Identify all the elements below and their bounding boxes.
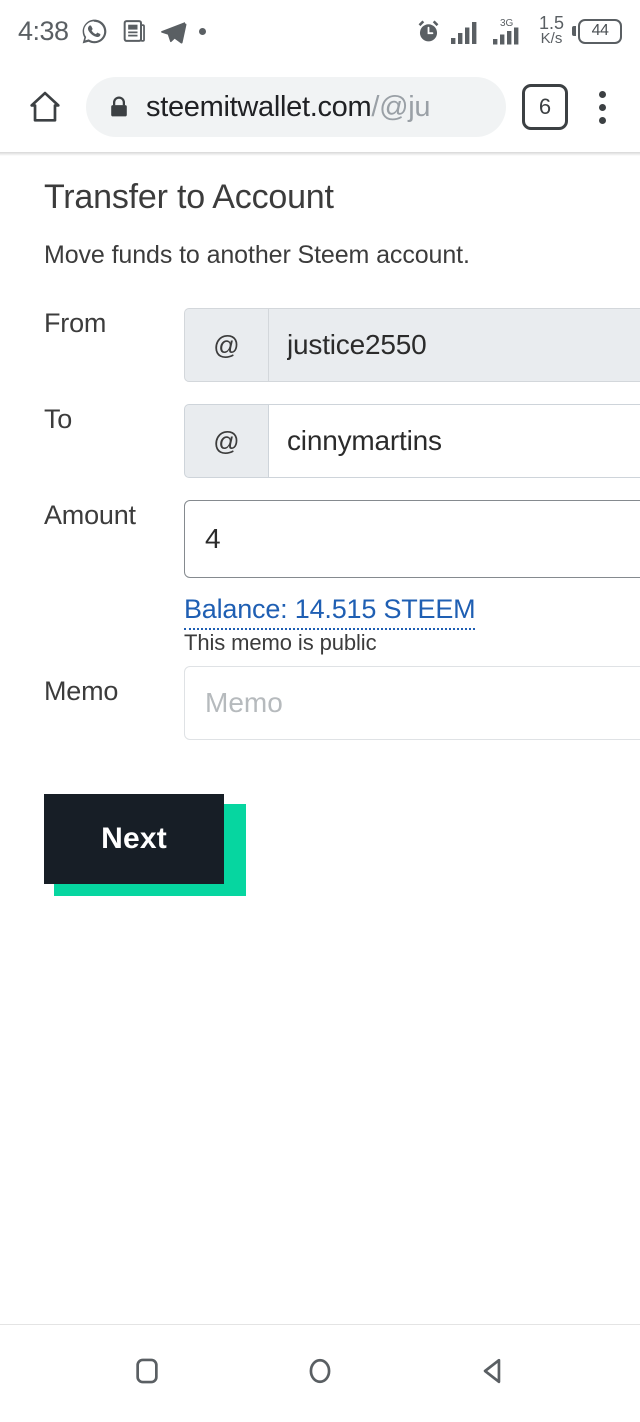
from-input-group: @	[184, 308, 640, 382]
address-bar-url: steemitwallet.com/@ju	[146, 91, 430, 124]
transfer-form: From @ To @ Amount Balance	[0, 308, 640, 896]
next-button[interactable]: Next	[44, 794, 224, 884]
form-row-from: From @	[0, 308, 640, 404]
telegram-icon	[159, 17, 188, 46]
form-row-memo: Memo This memo is public	[0, 630, 640, 750]
lock-icon	[106, 94, 132, 120]
url-path: /@ju	[371, 90, 431, 123]
to-label: To	[44, 404, 73, 434]
to-field-wrap: @	[184, 404, 640, 478]
home-icon	[26, 88, 64, 126]
news-icon	[120, 17, 148, 45]
amount-field-wrap: Balance: 14.515 STEEM	[184, 500, 640, 630]
from-label: From	[44, 308, 107, 338]
from-field-wrap: @	[184, 308, 640, 382]
battery-icon: 44	[572, 18, 622, 44]
amount-label: Amount	[44, 500, 136, 530]
tab-switcher-button[interactable]: 6	[522, 84, 568, 130]
status-bar-left: 4:38	[18, 17, 206, 46]
alarm-clock-icon	[415, 18, 442, 45]
memo-label: Memo	[44, 676, 119, 706]
home-nav-button[interactable]	[275, 1325, 365, 1416]
page-empty-space	[0, 894, 640, 1324]
whatsapp-icon	[80, 17, 109, 46]
page-title: Transfer to Account	[44, 178, 334, 216]
triangle-back-icon	[476, 1354, 510, 1388]
status-bar: 4:38 3G 1.5 K/s 44	[0, 0, 640, 62]
android-navigation-bar	[0, 1325, 640, 1416]
data-rate-indicator: 1.5 K/s	[539, 14, 564, 48]
overflow-menu-icon-dot-2	[598, 103, 606, 111]
overflow-menu-icon-dot-1	[598, 90, 606, 98]
battery-body: 44	[578, 18, 622, 44]
recents-button[interactable]	[102, 1325, 192, 1416]
svg-text:3G: 3G	[500, 18, 514, 29]
page-subtitle: Move funds to another Steem account.	[44, 241, 470, 269]
battery-percent-label: 44	[591, 22, 609, 39]
overflow-menu-icon-dot-3	[598, 116, 606, 124]
form-row-to: To @	[0, 404, 640, 500]
dot-indicator-icon	[198, 27, 206, 35]
battery-nub	[572, 26, 576, 36]
at-symbol-icon-from: @	[184, 308, 268, 382]
data-rate-unit: K/s	[540, 30, 563, 48]
back-button[interactable]	[448, 1325, 538, 1416]
amount-input[interactable]	[184, 500, 640, 578]
signal-bars-3g-icon: 3G	[492, 16, 530, 46]
at-symbol-icon-to: @	[184, 404, 268, 478]
page-content: Transfer to Account Move funds to anothe…	[0, 156, 640, 1324]
browser-toolbar: steemitwallet.com/@ju 6	[0, 62, 640, 152]
to-account-input[interactable]	[268, 404, 640, 478]
to-input-group: @	[184, 404, 640, 478]
from-account-input	[268, 308, 640, 382]
memo-public-hint: This memo is public	[184, 630, 377, 655]
home-button[interactable]	[16, 78, 74, 136]
memo-field-wrap: This memo is public	[184, 630, 640, 740]
next-button-wrap: Next	[44, 794, 246, 896]
balance-link[interactable]: Balance: 14.515 STEEM	[184, 594, 476, 630]
memo-input[interactable]	[184, 666, 640, 740]
status-bar-clock: 4:38	[18, 15, 69, 46]
circle-home-icon	[303, 1354, 337, 1388]
square-recents-icon	[130, 1354, 164, 1388]
url-domain: steemitwallet.com	[146, 90, 372, 123]
signal-bars-icon	[450, 18, 484, 45]
overflow-menu-button[interactable]	[580, 78, 624, 136]
form-row-amount: Amount Balance: 14.515 STEEM	[0, 500, 640, 630]
tab-count-label: 6	[538, 94, 552, 119]
address-bar[interactable]: steemitwallet.com/@ju	[86, 77, 506, 137]
status-bar-right: 3G 1.5 K/s 44	[415, 14, 622, 48]
